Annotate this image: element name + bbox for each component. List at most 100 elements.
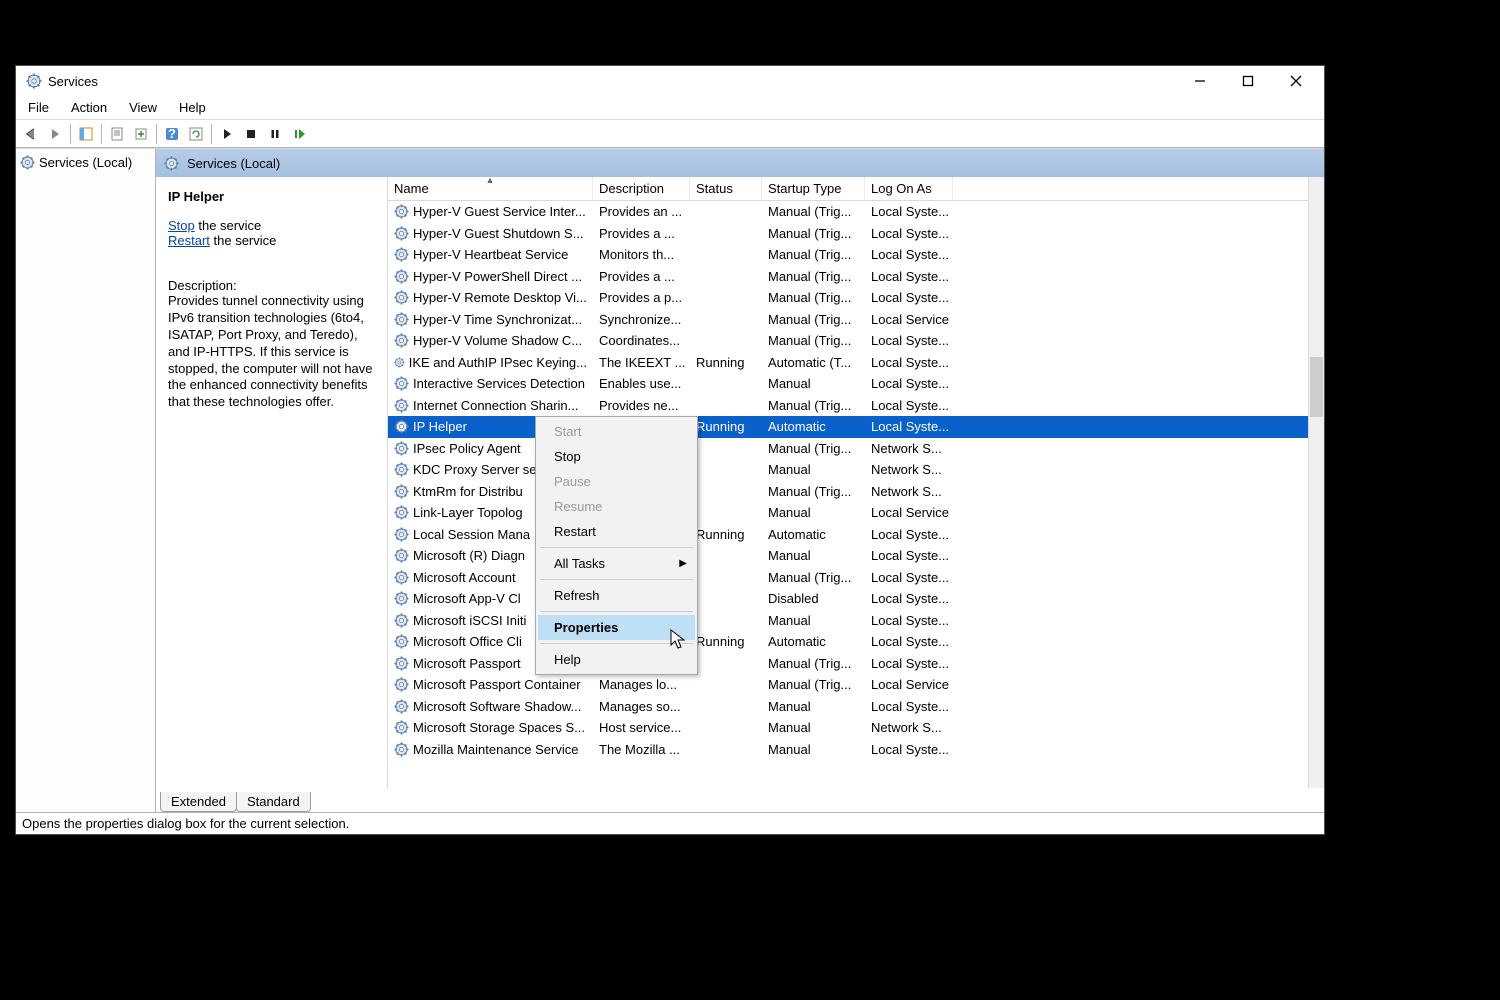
detail-pane: IP Helper Stop the service Restart the s… (156, 177, 388, 788)
gear-icon (394, 355, 405, 370)
menu-item-help[interactable]: Help (538, 647, 695, 672)
refresh-button[interactable] (185, 123, 207, 145)
table-row[interactable]: KtmRm for DistribuManual (Trig...Network… (388, 481, 1308, 503)
menu-view[interactable]: View (125, 98, 161, 117)
table-row[interactable]: Microsoft AccountManual (Trig...Local Sy… (388, 567, 1308, 589)
pause-service-button[interactable] (264, 123, 286, 145)
table-row[interactable]: Hyper-V Volume Shadow C...Coordinates...… (388, 330, 1308, 352)
column-description[interactable]: Description (593, 177, 690, 200)
stop-link[interactable]: Stop (168, 218, 195, 233)
vertical-scrollbar[interactable] (1308, 177, 1324, 788)
menu-action[interactable]: Action (67, 98, 111, 117)
tab-standard[interactable]: Standard (236, 792, 311, 812)
gear-icon (394, 376, 409, 391)
maximize-button[interactable] (1236, 69, 1260, 93)
gear-icon (394, 699, 409, 714)
table-row[interactable]: Microsoft PassportManual (Trig...Local S… (388, 653, 1308, 675)
table-row[interactable]: KDC Proxy Server seManualNetwork S... (388, 459, 1308, 481)
gear-icon (394, 548, 409, 563)
menu-item-restart[interactable]: Restart (538, 519, 695, 544)
gear-icon (394, 441, 409, 456)
tree-item-services-local[interactable]: Services (Local) (20, 155, 151, 170)
table-row[interactable]: IPsec Policy AgentManual (Trig...Network… (388, 438, 1308, 460)
close-button[interactable] (1284, 69, 1308, 93)
table-row[interactable]: Hyper-V Remote Desktop Vi...Provides a p… (388, 287, 1308, 309)
gear-icon (394, 570, 409, 585)
scrollbar-thumb[interactable] (1310, 357, 1323, 417)
back-button[interactable] (20, 123, 42, 145)
context-menu: Start Stop Pause Resume Restart All Task… (535, 416, 698, 675)
column-log-on-as[interactable]: Log On As (865, 177, 953, 200)
statusbar-text: Opens the properties dialog box for the … (22, 816, 349, 831)
gear-icon (394, 333, 409, 348)
table-row[interactable]: Hyper-V Guest Shutdown S...Provides a ..… (388, 223, 1308, 245)
gear-icon (394, 505, 409, 520)
sort-asc-icon: ▲ (486, 177, 495, 185)
console-tree[interactable]: Services (Local) (16, 149, 156, 812)
gear-icon (394, 398, 409, 413)
table-row[interactable]: Link-Layer TopologManualLocal Service (388, 502, 1308, 524)
gear-icon (394, 484, 409, 499)
table-row[interactable]: Microsoft iSCSI InitiManualLocal Syste..… (388, 610, 1308, 632)
table-row[interactable]: Hyper-V Guest Service Inter...Provides a… (388, 201, 1308, 223)
table-row[interactable]: Local Session ManaRunningAutomaticLocal … (388, 524, 1308, 546)
gear-icon (394, 613, 409, 628)
gear-icon (394, 634, 409, 649)
description-text: Provides tunnel connectivity using IPv6 … (168, 293, 375, 411)
toolbar: ? (16, 120, 1324, 148)
table-row[interactable]: Mozilla Maintenance ServiceThe Mozilla .… (388, 739, 1308, 761)
tree-item-label: Services (Local) (39, 155, 132, 170)
gear-icon (394, 720, 409, 735)
titlebar[interactable]: Services (16, 66, 1324, 96)
table-row[interactable]: IKE and AuthIP IPsec Keying...The IKEEXT… (388, 352, 1308, 374)
gear-icon (394, 591, 409, 606)
table-row[interactable]: Hyper-V Time Synchronizat...Synchronize.… (388, 309, 1308, 331)
tab-extended[interactable]: Extended (160, 792, 237, 812)
column-startup-type[interactable]: Startup Type (762, 177, 865, 200)
table-row[interactable]: Microsoft Software Shadow...Manages so..… (388, 696, 1308, 718)
menubar: File Action View Help (16, 96, 1324, 120)
services-window: Services File Action View Help ? (15, 65, 1325, 835)
gear-icon (394, 462, 409, 477)
menu-item-all-tasks[interactable]: All Tasks▶ (538, 551, 695, 576)
gear-icon (394, 290, 409, 305)
table-row[interactable]: Microsoft App-V ClDisabledLocal Syste... (388, 588, 1308, 610)
menu-item-properties[interactable]: Properties (538, 615, 695, 640)
menu-help[interactable]: Help (175, 98, 210, 117)
gear-icon (394, 677, 409, 692)
gear-icon (394, 269, 409, 284)
gear-icon (20, 155, 35, 170)
table-row[interactable]: Hyper-V Heartbeat ServiceMonitors th...M… (388, 244, 1308, 266)
start-service-button[interactable] (216, 123, 238, 145)
svg-text:?: ? (168, 127, 176, 141)
gear-icon (394, 527, 409, 542)
minimize-button[interactable] (1188, 69, 1212, 93)
right-pane-header: Services (Local) (156, 149, 1324, 177)
restart-link[interactable]: Restart (168, 233, 210, 248)
table-row[interactable]: Microsoft (R) DiagnManualLocal Syste... (388, 545, 1308, 567)
gear-icon (394, 656, 409, 671)
services-list[interactable]: Name▲ Description Status Startup Type Lo… (388, 177, 1324, 788)
export-button[interactable] (130, 123, 152, 145)
table-row[interactable]: IP HelperProvides t...RunningAutomaticLo… (388, 416, 1308, 438)
stop-service-button[interactable] (240, 123, 262, 145)
forward-button[interactable] (44, 123, 66, 145)
menu-item-refresh[interactable]: Refresh (538, 583, 695, 608)
menu-item-stop[interactable]: Stop (538, 444, 695, 469)
table-row[interactable]: Microsoft Passport ContainerManages lo..… (388, 674, 1308, 696)
list-header[interactable]: Name▲ Description Status Startup Type Lo… (388, 177, 1324, 201)
show-hide-tree-button[interactable] (75, 123, 97, 145)
column-name[interactable]: Name▲ (388, 177, 593, 200)
restart-service-button[interactable] (288, 123, 310, 145)
gear-icon (394, 419, 409, 434)
table-row[interactable]: Microsoft Office CliRunningAutomaticLoca… (388, 631, 1308, 653)
table-row[interactable]: Hyper-V PowerShell Direct ...Provides a … (388, 266, 1308, 288)
menu-file[interactable]: File (24, 98, 53, 117)
table-row[interactable]: Microsoft Storage Spaces S...Host servic… (388, 717, 1308, 739)
app-icon (26, 73, 42, 89)
properties-button[interactable] (106, 123, 128, 145)
help-button[interactable]: ? (161, 123, 183, 145)
table-row[interactable]: Internet Connection Sharin...Provides ne… (388, 395, 1308, 417)
table-row[interactable]: Interactive Services DetectionEnables us… (388, 373, 1308, 395)
column-status[interactable]: Status (690, 177, 762, 200)
